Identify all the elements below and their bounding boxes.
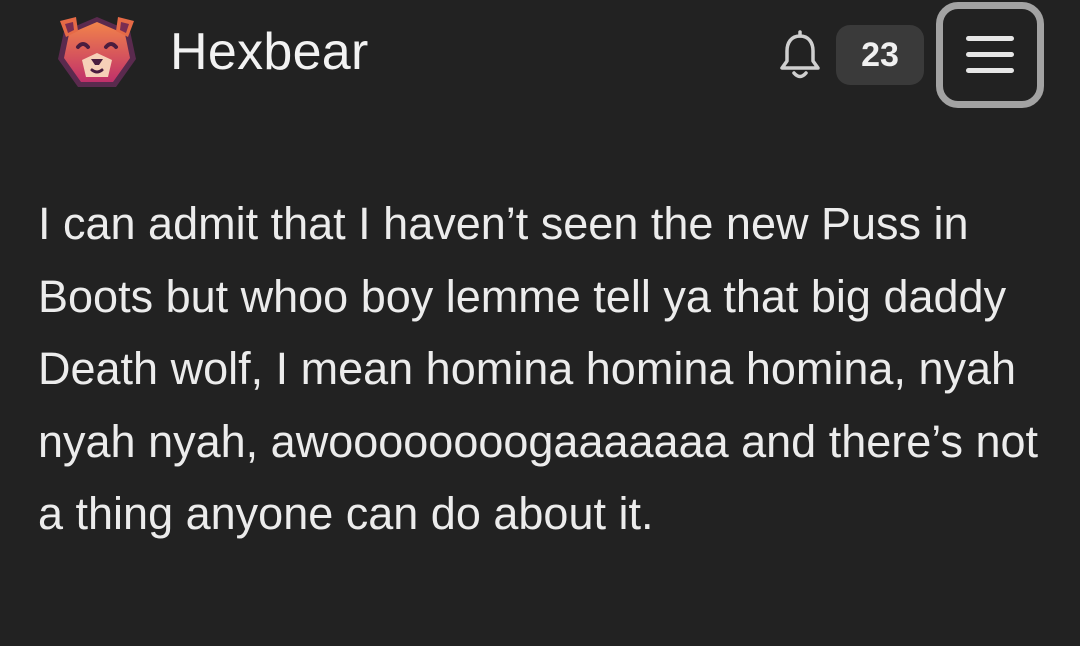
hexbear-logo-icon[interactable] xyxy=(52,13,142,93)
hamburger-menu-icon xyxy=(966,36,1014,73)
bell-icon[interactable] xyxy=(776,30,824,82)
top-navigation-bar: Hexbear 23 xyxy=(0,0,1080,112)
menu-button[interactable] xyxy=(936,2,1044,108)
post-body-text: I can admit that I haven’t seen the new … xyxy=(38,198,1039,539)
notification-count-badge[interactable]: 23 xyxy=(836,25,924,85)
site-title-link[interactable]: Hexbear xyxy=(170,22,369,82)
